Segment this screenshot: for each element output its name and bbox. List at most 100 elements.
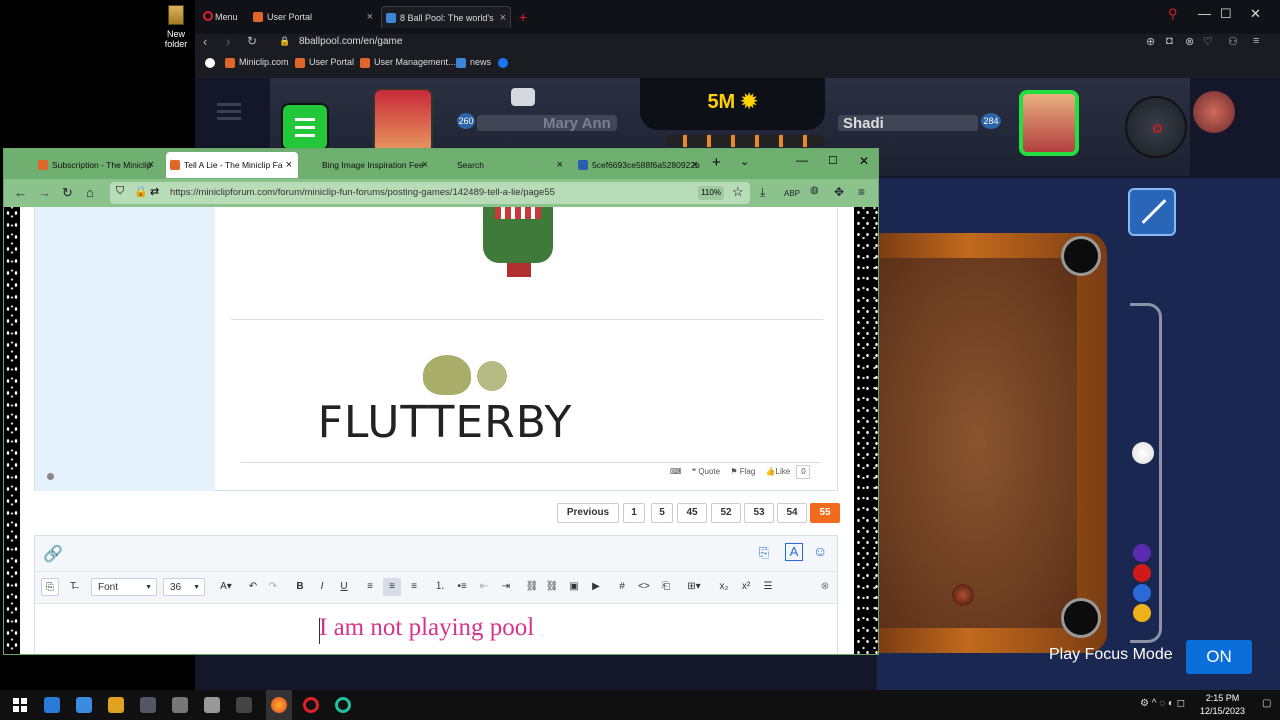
link-icon[interactable]: 🔗	[43, 544, 63, 564]
maximize-icon[interactable]: ☐	[1220, 6, 1232, 22]
table-felt[interactable]	[877, 258, 1077, 628]
align-right-icon[interactable]: ≡	[405, 578, 423, 596]
extension-icon[interactable]: ◍	[810, 185, 819, 196]
bold-icon[interactable]: B	[291, 578, 309, 596]
close-editor-icon[interactable]: ⊗	[817, 578, 833, 596]
bullet-list-icon[interactable]: •≡	[453, 578, 471, 596]
text-color-icon[interactable]: A▾	[215, 578, 237, 596]
taskbar-app-icon[interactable]	[172, 697, 188, 713]
page-button-current[interactable]: 55	[810, 503, 840, 523]
firefox-taskbar-button[interactable]	[266, 690, 292, 720]
tray-icons[interactable]: ⚙ ^ ◌ ◐ ◻	[1140, 698, 1185, 709]
taskbar-app-icon[interactable]	[108, 697, 124, 713]
page-button[interactable]: 1	[623, 503, 645, 523]
forward-icon[interactable]: ›	[226, 34, 230, 49]
align-center-icon[interactable]: ≡	[383, 578, 401, 596]
ff-tab-subscription[interactable]: Subscription - The Miniclip ×	[34, 152, 160, 178]
extensions-puzzle-icon[interactable]: ✥	[834, 185, 844, 199]
page-button[interactable]: 45	[677, 503, 707, 523]
editor-content-area[interactable]: I am not playing pool	[35, 604, 837, 654]
redo-icon[interactable]: ↷	[265, 578, 281, 596]
taskbar-app-icon[interactable]	[140, 697, 156, 713]
close-tab-icon[interactable]: ×	[557, 152, 563, 178]
lock-icon[interactable]: 🔒	[134, 185, 148, 198]
reply-icon[interactable]: ⌨	[670, 467, 682, 476]
close-tab-icon[interactable]: ×	[286, 152, 292, 178]
close-tab-icon[interactable]: ×	[692, 152, 698, 178]
downloads-icon[interactable]: ⤓	[760, 185, 765, 200]
emoji-icon[interactable]: ☺	[813, 543, 827, 559]
opera-gx-icon[interactable]	[335, 697, 351, 713]
ff-tab-list-icon[interactable]: ⌄	[740, 155, 749, 168]
camera-icon[interactable]: ◘	[1166, 35, 1173, 47]
close-tab-icon[interactable]: ×	[367, 6, 373, 28]
page-button[interactable]: 5	[651, 503, 673, 523]
ff-forward-icon[interactable]: →	[38, 185, 51, 200]
image-icon[interactable]: ▣	[565, 578, 583, 596]
undo-icon[interactable]: ↶	[245, 578, 261, 596]
insert-link-icon[interactable]: ⛓	[523, 578, 541, 596]
player-left-avatar[interactable]	[373, 88, 433, 154]
ff-new-tab-button[interactable]: +	[712, 154, 721, 171]
reload-icon[interactable]: ↻	[247, 34, 257, 48]
editor-text[interactable]: I am not playing pool	[319, 614, 534, 642]
media-icon[interactable]: ▶	[587, 578, 605, 596]
superscript-icon[interactable]: x²	[737, 578, 755, 596]
player-right-avatar[interactable]	[1019, 90, 1079, 156]
subscript-icon[interactable]: x₂	[715, 578, 733, 596]
opera-tab-8ball[interactable]: 8 Ball Pool: The world's ×	[381, 6, 511, 28]
previous-page-button[interactable]: Previous	[557, 503, 619, 523]
zoom-level[interactable]: 110%	[698, 186, 724, 200]
taskbar-app-icon[interactable]	[204, 697, 220, 713]
indent-icon[interactable]: ⇥	[497, 578, 515, 596]
minimize-icon[interactable]: —	[1198, 6, 1211, 21]
ff-reload-icon[interactable]: ↻	[62, 185, 73, 201]
ff-back-icon[interactable]: ←	[14, 185, 27, 200]
ff-tab-tell-a-lie[interactable]: Tell A Lie - The Miniclip Fa ×	[166, 152, 298, 178]
cue-select-button[interactable]	[1128, 188, 1176, 236]
bookmark-user-portal[interactable]: User Portal	[295, 57, 354, 68]
table-icon[interactable]: ⊞▾	[681, 578, 707, 596]
font-size-select[interactable]: 36 ▼	[163, 578, 205, 596]
opera-menu-button[interactable]: Menu	[199, 6, 247, 28]
bookmark-news[interactable]: news	[456, 57, 491, 68]
ff-maximize-icon[interactable]: ☐	[828, 154, 838, 167]
opera-icon[interactable]	[303, 697, 319, 713]
unlink-icon[interactable]: ⛓	[543, 578, 561, 596]
zoom-icon[interactable]: ⊕	[1146, 35, 1155, 48]
font-select[interactable]: Font ▼	[91, 578, 157, 596]
heart-icon[interactable]: ♡	[1203, 35, 1213, 48]
clipboard-icon[interactable]: ⎘	[759, 545, 769, 561]
source-icon[interactable]: ⎘	[41, 578, 59, 596]
underline-icon[interactable]: U	[335, 578, 353, 596]
new-tab-button[interactable]: +	[515, 6, 535, 28]
focus-mode-toggle[interactable]: ON	[1186, 640, 1252, 674]
ff-minimize-icon[interactable]: —	[796, 153, 808, 167]
chat-icon[interactable]	[511, 88, 535, 106]
menu-icon[interactable]: ≡	[1253, 35, 1259, 47]
flag-button[interactable]: ⚑ Flag	[730, 467, 755, 476]
spin-control-button[interactable]	[1125, 96, 1187, 158]
ordered-list-icon[interactable]: ⒈	[431, 578, 449, 596]
desktop-folder-icon[interactable]: New folder	[155, 5, 197, 49]
hashtag-icon[interactable]: #	[613, 578, 631, 596]
search-tabs-icon[interactable]: ⚲	[1168, 6, 1178, 22]
php-icon[interactable]: ⎗	[657, 578, 675, 596]
clear-format-icon[interactable]: T̶	[65, 578, 81, 596]
opera-tab-user-portal[interactable]: User Portal ×	[249, 6, 377, 28]
close-window-icon[interactable]: ✕	[1250, 6, 1261, 22]
taskbar-app-icon[interactable]	[44, 697, 60, 713]
bookmark-miniclip[interactable]: Miniclip.com	[225, 57, 289, 68]
game-menu-button[interactable]	[281, 103, 329, 151]
windows-start-icon[interactable]	[12, 697, 28, 713]
page-button[interactable]: 53	[744, 503, 774, 523]
block-icon[interactable]: ⊗	[1185, 35, 1194, 48]
code-icon[interactable]: <>	[635, 578, 653, 596]
back-icon[interactable]: ‹	[203, 34, 207, 49]
italic-icon[interactable]: I	[313, 578, 331, 596]
like-button[interactable]: 👍Like	[766, 467, 791, 476]
text-style-icon[interactable]: A	[785, 543, 803, 561]
ff-tab-bing[interactable]: Bing Image Inspiration Fee ×	[304, 152, 434, 178]
taskbar-app-icon[interactable]	[236, 697, 252, 713]
ff-tab-search[interactable]: Search ×	[439, 152, 569, 178]
